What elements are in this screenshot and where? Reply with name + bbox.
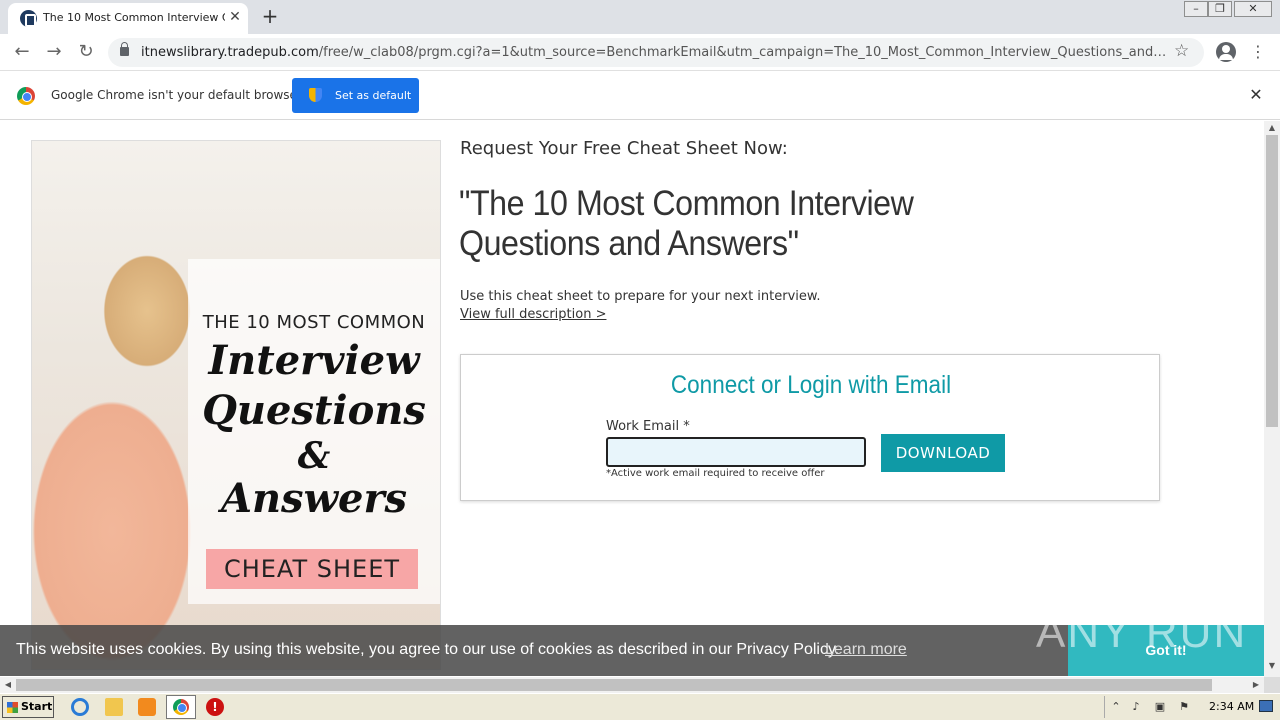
bookmark-star-icon[interactable]: ☆ — [1174, 41, 1189, 61]
email-form: Connect or Login with Email Work Email *… — [460, 354, 1160, 501]
request-label: Request Your Free Cheat Sheet Now: — [460, 138, 788, 159]
internet-explorer-icon[interactable] — [71, 698, 89, 716]
url-host: itnewslibrary.tradepub.com — [141, 45, 319, 60]
reload-icon[interactable]: ↻ — [74, 40, 98, 64]
email-note: *Active work email required to receive o… — [606, 468, 825, 479]
network-icon[interactable]: ▣ — [1153, 700, 1167, 714]
scroll-up-arrow-icon[interactable]: ▲ — [1264, 123, 1280, 132]
start-button[interactable]: Start — [2, 696, 54, 718]
system-tray: ⌃ ♪ ▣ ⚑ 2:34 AM — [1104, 696, 1278, 718]
start-label: Start — [21, 700, 53, 713]
site-favicon-icon — [20, 10, 37, 27]
infobar-message: Google Chrome isn't your default browser — [51, 88, 302, 102]
taskbar-clock[interactable]: 2:34 AM — [1209, 700, 1254, 713]
page-content: THE 10 MOST COMMON Interview Questions &… — [0, 121, 1264, 677]
work-email-label: Work Email * — [606, 419, 690, 434]
volume-icon[interactable]: ♪ — [1129, 700, 1143, 714]
cover-badge: CHEAT SHEET — [206, 549, 418, 589]
address-bar[interactable]: itnewslibrary.tradepub.com/free/w_clab08… — [108, 38, 1204, 67]
scroll-right-arrow-icon[interactable]: ▶ — [1248, 680, 1264, 689]
forward-arrow-icon[interactable]: → — [42, 40, 66, 64]
offer-description: Use this cheat sheet to prepare for your… — [460, 289, 821, 304]
close-window-button[interactable]: ✕ — [1234, 1, 1272, 17]
tab-title: The 10 Most Common Interview Questions a… — [43, 11, 225, 24]
url-text[interactable]: itnewslibrary.tradepub.com/free/w_clab08… — [141, 45, 1171, 60]
media-player-icon[interactable] — [138, 698, 156, 716]
cover-top-line: THE 10 MOST COMMON — [202, 312, 426, 333]
cheat-sheet-cover-image: THE 10 MOST COMMON Interview Questions &… — [31, 140, 441, 670]
view-full-description-link[interactable]: View full description > — [460, 307, 606, 322]
stop-sign-icon[interactable]: ! — [206, 698, 224, 716]
vertical-scroll-thumb[interactable] — [1266, 135, 1278, 427]
scroll-left-arrow-icon[interactable]: ◀ — [0, 680, 16, 689]
vertical-scrollbar[interactable]: ▲ ▼ — [1264, 121, 1280, 677]
page-title: "The 10 Most Common Interview Questions … — [459, 184, 914, 263]
profile-avatar-icon[interactable] — [1216, 42, 1236, 62]
anyrun-watermark: ANY RUN — [1036, 608, 1248, 657]
minimize-window-button[interactable]: – — [1184, 1, 1208, 17]
lock-icon[interactable] — [120, 42, 129, 56]
tab-strip: The 10 Most Common Interview Questions a… — [0, 0, 1280, 34]
cover-line-questions: Questions — [202, 387, 426, 434]
browser-toolbar: ← → ↻ itnewslibrary.tradepub.com/free/w_… — [0, 34, 1280, 71]
form-title: Connect or Login with Email — [670, 371, 952, 399]
chrome-icon — [173, 699, 189, 715]
chrome-taskbar-button[interactable] — [166, 695, 196, 719]
cover-line-answers: Answers — [220, 475, 408, 522]
back-arrow-icon[interactable]: ← — [10, 40, 34, 64]
url-path: /free/w_clab08/prgm.cgi?a=1&utm_source=B… — [318, 45, 1171, 60]
work-email-input[interactable] — [606, 437, 866, 467]
horizontal-scrollbar[interactable]: ◀ ▶ — [0, 677, 1264, 693]
download-button[interactable]: DOWNLOAD — [881, 434, 1005, 472]
learn-more-link[interactable]: Learn more — [825, 641, 907, 659]
new-tab-button[interactable]: + — [258, 5, 282, 29]
default-browser-infobar: Google Chrome isn't your default browser… — [0, 71, 1280, 120]
close-tab-icon[interactable]: ✕ — [226, 8, 244, 26]
windows-logo-icon — [7, 702, 18, 713]
windows-taskbar: Start ! ⌃ ♪ ▣ ⚑ 2:34 AM — [0, 693, 1280, 720]
cover-line-ampersand: & — [297, 435, 331, 477]
cover-line-interview: Interview — [208, 337, 420, 384]
file-explorer-icon[interactable] — [105, 698, 123, 716]
restore-window-button[interactable]: ❐ — [1208, 1, 1232, 17]
cover-text-card: THE 10 MOST COMMON Interview Questions &… — [188, 259, 440, 604]
horizontal-scroll-thumb[interactable] — [16, 679, 1212, 691]
more-menu-icon[interactable]: ⋮ — [1250, 41, 1266, 63]
browser-tab[interactable]: The 10 Most Common Interview Questions a… — [8, 3, 248, 34]
chrome-logo-icon — [17, 87, 35, 105]
cookie-message: This website uses cookies. By using this… — [16, 641, 840, 658]
shield-icon — [309, 88, 322, 102]
close-infobar-icon[interactable]: ✕ — [1246, 85, 1266, 105]
action-center-flag-icon[interactable]: ⚑ — [1177, 700, 1191, 714]
show-desktop-icon[interactable] — [1259, 700, 1273, 712]
scrollbar-corner — [1264, 677, 1280, 693]
set-as-default-label: Set as default — [335, 89, 412, 102]
set-as-default-button[interactable]: Set as default — [292, 78, 419, 113]
scroll-down-arrow-icon[interactable]: ▼ — [1264, 661, 1280, 670]
tray-expand-icon[interactable]: ⌃ — [1109, 700, 1123, 714]
